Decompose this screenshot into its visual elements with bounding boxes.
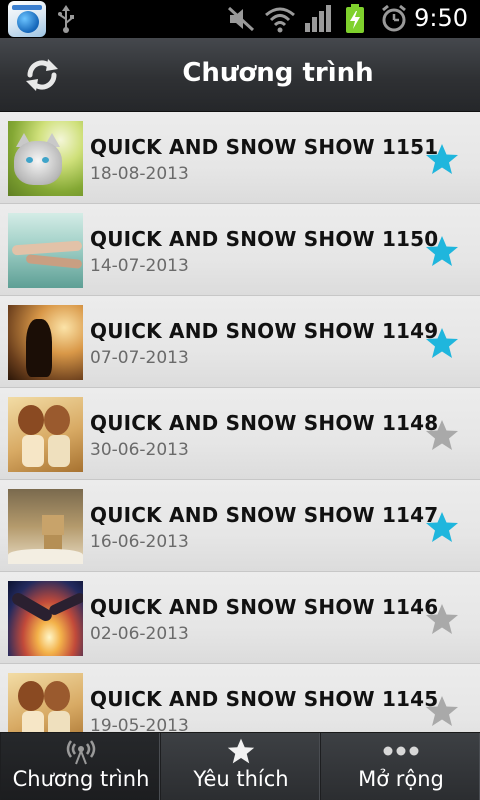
thumbnail-image — [8, 121, 83, 196]
episode-title: QUICK AND SNOW SHOW 1146 — [90, 595, 439, 619]
more-dots-icon — [321, 737, 480, 765]
app-icon — [8, 1, 46, 37]
list-item[interactable]: QUICK AND SNOW SHOW 1150 14-07-2013 — [0, 204, 480, 296]
thumbnail-image — [8, 397, 83, 472]
tab-favorites[interactable]: Yêu thích — [160, 733, 320, 800]
battery-charging-icon — [346, 4, 364, 33]
list-item[interactable]: QUICK AND SNOW SHOW 1146 02-06-2013 — [0, 572, 480, 664]
tab-label: Chương trình — [12, 767, 150, 791]
thumbnail-image — [8, 305, 83, 380]
episode-date: 14-07-2013 — [90, 256, 189, 276]
tab-more[interactable]: Mở rộng — [320, 733, 480, 800]
favorite-star-icon[interactable] — [425, 419, 459, 451]
episode-list[interactable]: QUICK AND SNOW SHOW 1151 18-08-2013 QUIC… — [0, 112, 480, 732]
episode-date: 02-06-2013 — [90, 624, 189, 644]
wifi-icon — [265, 7, 295, 33]
status-time: 9:50 — [414, 4, 468, 32]
mute-icon — [227, 6, 255, 32]
episode-title: QUICK AND SNOW SHOW 1151 — [90, 135, 439, 159]
thumbnail-image — [8, 673, 83, 732]
signal-icon — [305, 5, 331, 32]
list-item[interactable]: QUICK AND SNOW SHOW 1151 18-08-2013 — [0, 112, 480, 204]
broadcast-icon — [1, 737, 161, 765]
episode-title: QUICK AND SNOW SHOW 1147 — [90, 503, 439, 527]
tab-label: Yêu thích — [193, 767, 289, 791]
alarm-icon — [382, 4, 406, 32]
list-item[interactable]: QUICK AND SNOW SHOW 1148 30-06-2013 — [0, 388, 480, 480]
bottom-tab-bar: Chương trình Yêu thích Mở rộng — [0, 732, 480, 800]
thumbnail-image — [8, 581, 83, 656]
episode-date: 30-06-2013 — [90, 440, 189, 460]
page-title: Chương trình — [182, 58, 374, 88]
list-item[interactable]: QUICK AND SNOW SHOW 1149 07-07-2013 — [0, 296, 480, 388]
episode-date: 19-05-2013 — [90, 716, 189, 732]
episode-date: 18-08-2013 — [90, 164, 189, 184]
episode-date: 07-07-2013 — [90, 348, 189, 368]
favorite-star-icon[interactable] — [425, 511, 459, 543]
tab-label: Mở rộng — [358, 767, 444, 791]
star-icon — [161, 737, 321, 765]
list-item[interactable]: QUICK AND SNOW SHOW 1145 19-05-2013 — [0, 664, 480, 732]
episode-date: 16-06-2013 — [90, 532, 189, 552]
episode-title: QUICK AND SNOW SHOW 1145 — [90, 687, 439, 711]
episode-title: QUICK AND SNOW SHOW 1149 — [90, 319, 439, 343]
favorite-star-icon[interactable] — [425, 143, 459, 175]
tab-programs[interactable]: Chương trình — [0, 733, 160, 800]
usb-icon — [58, 5, 74, 33]
header-bar: Chương trình — [0, 38, 480, 112]
thumbnail-image — [8, 489, 83, 564]
favorite-star-icon[interactable] — [425, 695, 459, 727]
thumbnail-image — [8, 213, 83, 288]
episode-title: QUICK AND SNOW SHOW 1148 — [90, 411, 439, 435]
list-item[interactable]: QUICK AND SNOW SHOW 1147 16-06-2013 — [0, 480, 480, 572]
favorite-star-icon[interactable] — [425, 603, 459, 635]
favorite-star-icon[interactable] — [425, 327, 459, 359]
episode-title: QUICK AND SNOW SHOW 1150 — [90, 227, 439, 251]
status-bar: 9:50 — [0, 0, 480, 38]
favorite-star-icon[interactable] — [425, 235, 459, 267]
